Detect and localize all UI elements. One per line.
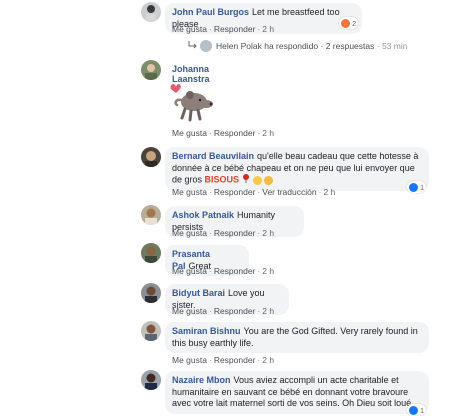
comment-author[interactable]: John Paul Burgos [172,7,249,17]
comment-bubble: Bernard Beauvilain qu'elle beau cadeau qu… [165,147,429,191]
like-link[interactable]: Me gusta [172,228,207,238]
reply-arrow-icon [188,41,197,51]
avatar[interactable] [141,147,161,167]
comment-time[interactable]: 2 h [262,228,274,238]
translate-link[interactable]: Ver traducción [262,187,316,197]
reply-link[interactable]: Responder [214,24,256,34]
like-link[interactable]: Me gusta [172,266,207,276]
comment-actions: Me gusta · Responder · Ver traducción · 2 h [172,187,336,197]
avatar [200,40,212,52]
comment-author[interactable]: Samiran Bishnu [172,326,241,336]
avatar[interactable] [141,2,161,22]
comment-time[interactable]: 2 h [262,355,274,365]
comment-author[interactable]: Nazaire Mbon [172,375,231,385]
reply-link[interactable]: Responder [214,306,256,316]
comment-time[interactable]: 2 h [262,24,274,34]
like-link[interactable]: Me gusta [172,187,207,197]
heart-eyes-emoji-icon [264,175,274,185]
reaction-count[interactable]: 1 [407,181,427,193]
view-replies-link[interactable]: Helen Polak ha respondido · 2 respuestas… [188,40,407,52]
kiss-emoji-icon [253,175,263,185]
avatar[interactable] [141,283,161,303]
reply-link[interactable]: Responder [214,128,256,138]
reply-link[interactable]: Responder [214,228,256,238]
comment-actions: Me gusta · Responder · 2 h [172,24,275,34]
comment-time[interactable]: 2 h [323,187,335,197]
like-reaction-icon [409,182,418,192]
comment-author[interactable]: Bernard Beauvilain [172,151,254,161]
reaction-count[interactable]: 1 [407,404,427,416]
comment-time[interactable]: 2 h [262,306,274,316]
like-link[interactable]: Me gusta [172,355,207,365]
reply-link[interactable]: Responder [214,266,256,276]
comment-actions: Me gusta · Responder · 2 h [172,266,275,276]
comment-actions: Me gusta · Responder · 2 h [172,228,275,238]
comment-author[interactable]: Bidyut Barai [172,288,225,298]
avatar[interactable] [141,321,161,341]
angry-reaction-icon [341,18,350,28]
bisous-text: BISOUS [204,174,240,185]
like-link[interactable]: Me gusta [172,306,207,316]
avatar[interactable] [141,205,161,225]
avatar[interactable] [141,370,161,390]
comment-actions: Me gusta · Responder · 2 h [172,355,275,365]
comment-bubble: Nazaire Mbon Vous aviez accompli un acte … [165,371,429,414]
avatar[interactable] [141,60,161,80]
comment-actions: Me gusta · Responder · 2 h [172,306,275,316]
avatar[interactable] [141,243,161,263]
like-reaction-icon [409,405,418,415]
reaction-count[interactable]: 2 [339,17,359,29]
comment-time[interactable]: 2 h [262,266,274,276]
like-link[interactable]: Me gusta [172,24,207,34]
comment-actions: Me gusta · Responder · 2 h [172,128,275,138]
sticker-image [165,80,217,124]
like-link[interactable]: Me gusta [172,128,207,138]
rose-icon [242,174,250,187]
reply-link[interactable]: Responder [214,187,256,197]
comment-author[interactable]: Ashok Patnaik [172,210,234,220]
comment-time[interactable]: 2 h [262,128,274,138]
comment-bubble: Samiran Bishnu You are the God Gifted. Ve… [165,322,429,353]
reply-link[interactable]: Responder [214,355,256,365]
